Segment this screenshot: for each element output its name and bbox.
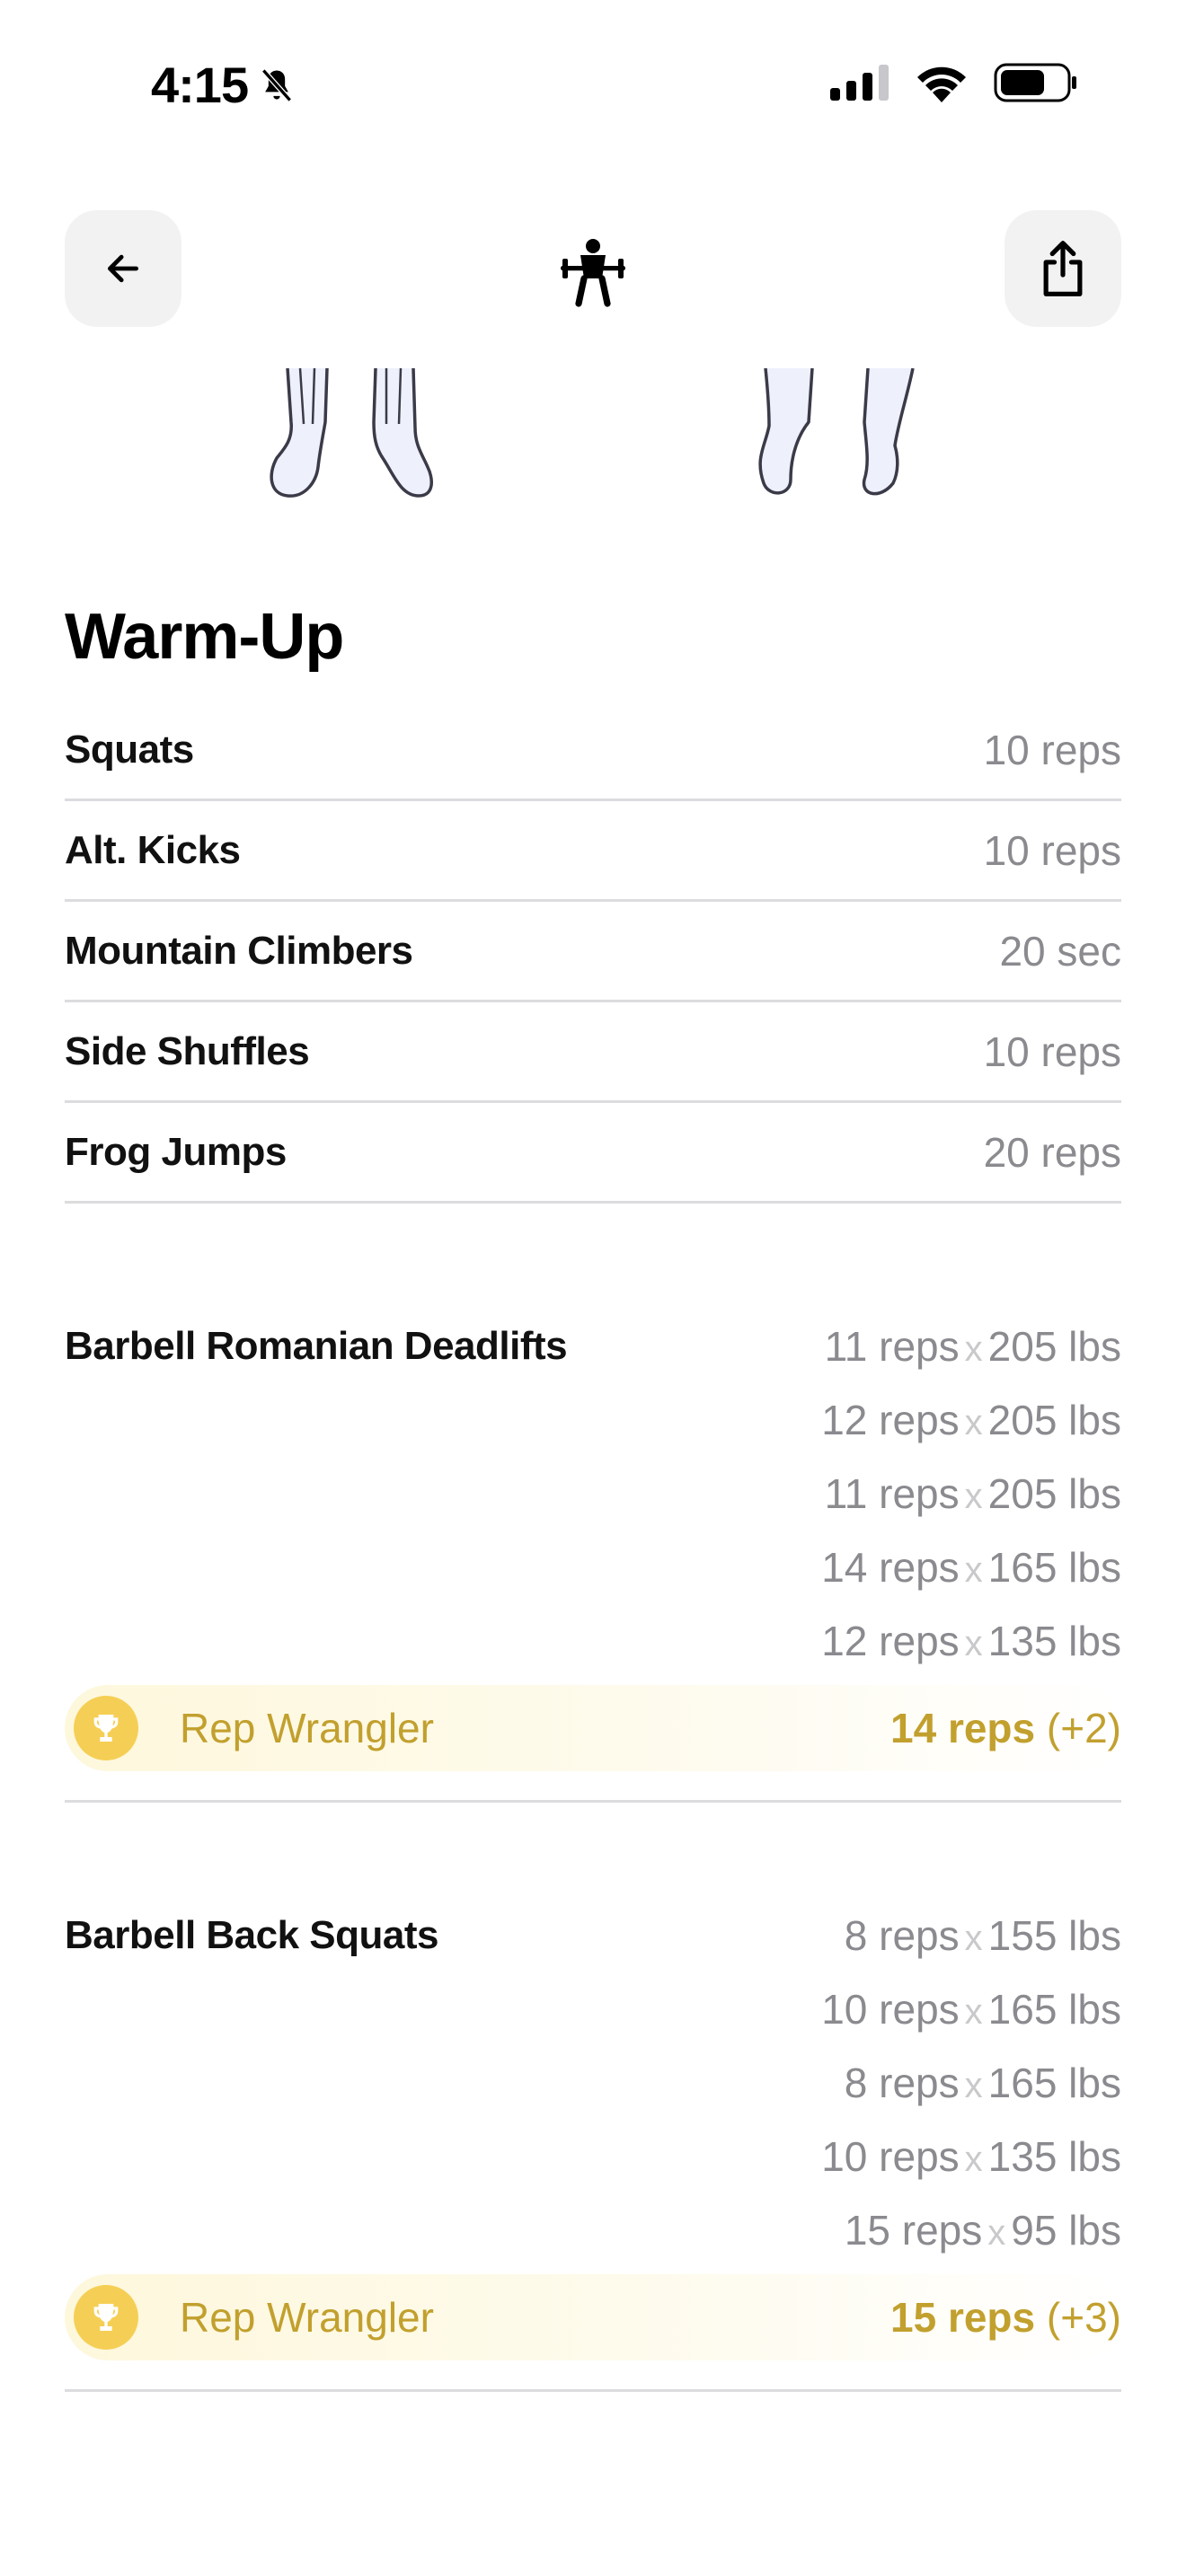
warmup-exercise-name: Squats bbox=[65, 727, 194, 772]
set-row: 8 reps x 165 lbs bbox=[821, 2059, 1121, 2132]
set-separator: x bbox=[964, 1919, 983, 1958]
warmup-exercise-name: Alt. Kicks bbox=[65, 827, 241, 872]
award-banner: Rep Wrangler 14 reps (+2) bbox=[65, 1685, 1121, 1771]
set-reps: 12 reps bbox=[821, 1618, 960, 1664]
exercise-name: Barbell Back Squats bbox=[65, 1913, 439, 1957]
set-weight: 165 lbs bbox=[987, 1986, 1121, 2033]
back-button[interactable] bbox=[65, 210, 181, 327]
award-reps: 15 reps bbox=[890, 2294, 1036, 2341]
set-row: 8 reps x 155 lbs bbox=[821, 1911, 1121, 1985]
set-separator: x bbox=[964, 2139, 983, 2179]
warmup-exercise-name: Side Shuffles bbox=[65, 1028, 310, 1073]
set-separator: x bbox=[964, 1329, 983, 1369]
set-weight: 135 lbs bbox=[987, 1618, 1121, 1664]
trophy-icon bbox=[74, 2285, 138, 2350]
set-reps: 11 reps bbox=[824, 1323, 960, 1370]
set-separator: x bbox=[964, 1403, 983, 1442]
status-time: 4:15 bbox=[151, 56, 296, 114]
set-row: 11 reps x 205 lbs bbox=[821, 1469, 1121, 1543]
wifi-icon bbox=[917, 66, 966, 102]
set-row: 11 reps x 205 lbs bbox=[821, 1322, 1121, 1396]
trophy-icon bbox=[74, 1696, 138, 1760]
arrow-left-icon bbox=[107, 254, 139, 283]
award-delta: (+3) bbox=[1046, 2294, 1121, 2341]
award-banner: Rep Wrangler 15 reps (+3) bbox=[65, 2274, 1121, 2360]
divider bbox=[65, 2389, 1121, 2392]
warmup-exercise-value: 20 reps bbox=[983, 1128, 1121, 1176]
set-weight: 165 lbs bbox=[987, 1544, 1121, 1591]
award-delta: (+2) bbox=[1046, 1705, 1121, 1751]
status-icons bbox=[830, 63, 1078, 102]
warmup-exercise-value: 10 reps bbox=[983, 726, 1121, 773]
set-separator: x bbox=[964, 1477, 983, 1516]
set-weight: 205 lbs bbox=[987, 1397, 1121, 1443]
warmup-title: Warm-Up bbox=[65, 601, 344, 673]
set-weight: 205 lbs bbox=[987, 1323, 1121, 1370]
clock-time: 4:15 bbox=[151, 57, 249, 113]
set-row: 14 reps x 165 lbs bbox=[821, 1543, 1121, 1617]
warmup-exercise-name: Mountain Climbers bbox=[65, 928, 413, 973]
battery-icon bbox=[994, 63, 1076, 102]
set-separator: x bbox=[964, 1992, 983, 2032]
set-weight: 135 lbs bbox=[987, 2133, 1121, 2180]
status-bar: 4:15 bbox=[0, 0, 1186, 171]
bell-slash-icon bbox=[261, 68, 292, 101]
set-separator: x bbox=[964, 1550, 983, 1590]
share-button[interactable] bbox=[1005, 210, 1121, 327]
warmup-row[interactable]: Frog Jumps 20 reps bbox=[65, 1103, 1121, 1204]
cellular-signal-icon bbox=[830, 65, 889, 101]
exercise-block[interactable]: Barbell Romanian Deadlifts 11 reps x 205 l… bbox=[65, 1322, 1121, 1809]
divider bbox=[65, 1800, 1121, 1803]
exercise-name: Barbell Romanian Deadlifts bbox=[65, 1324, 568, 1368]
set-weight: 165 lbs bbox=[987, 2060, 1121, 2106]
set-row: 10 reps x 165 lbs bbox=[821, 1985, 1121, 2059]
warmup-row[interactable]: Alt. Kicks 10 reps bbox=[65, 801, 1121, 902]
set-reps: 15 reps bbox=[844, 2207, 983, 2254]
award-value: 15 reps (+3) bbox=[890, 2293, 1121, 2342]
award-value: 14 reps (+2) bbox=[890, 1704, 1121, 1752]
set-separator: x bbox=[987, 2213, 1006, 2253]
weightlifter-icon bbox=[561, 239, 625, 307]
set-weight: 155 lbs bbox=[987, 1912, 1121, 1959]
set-reps: 11 reps bbox=[824, 1470, 960, 1517]
set-reps: 14 reps bbox=[821, 1544, 960, 1591]
warmup-row[interactable]: Squats 10 reps bbox=[65, 701, 1121, 801]
warmup-list: Squats 10 reps Alt. Kicks 10 reps Mounta… bbox=[65, 701, 1121, 1204]
set-weight: 205 lbs bbox=[987, 1470, 1121, 1517]
warmup-exercise-value: 10 reps bbox=[983, 826, 1121, 874]
set-row: 12 reps x 205 lbs bbox=[821, 1396, 1121, 1469]
set-reps: 8 reps bbox=[844, 2060, 960, 2106]
warmup-row[interactable]: Side Shuffles 10 reps bbox=[65, 1002, 1121, 1103]
set-weight: 95 lbs bbox=[1011, 2207, 1121, 2254]
warmup-exercise-name: Frog Jumps bbox=[65, 1129, 287, 1174]
exercise-block[interactable]: Barbell Back Squats 8 reps x 155 lbs 10 re… bbox=[65, 1911, 1121, 2398]
set-row: 12 reps x 135 lbs bbox=[821, 1617, 1121, 1690]
share-icon bbox=[1043, 241, 1083, 296]
award-reps: 14 reps bbox=[890, 1705, 1036, 1751]
set-reps: 12 reps bbox=[821, 1397, 960, 1443]
set-separator: x bbox=[964, 2066, 983, 2105]
set-list: 11 reps x 205 lbs 12 reps x 205 lbs 11 reps x… bbox=[821, 1322, 1121, 1690]
award-label: Rep Wrangler bbox=[180, 1705, 434, 1751]
set-reps: 8 reps bbox=[844, 1912, 960, 1959]
set-row: 10 reps x 135 lbs bbox=[821, 2132, 1121, 2206]
set-reps: 10 reps bbox=[821, 1986, 960, 2033]
set-reps: 10 reps bbox=[821, 2133, 960, 2180]
warmup-exercise-value: 20 sec bbox=[999, 927, 1121, 975]
set-row: 15 reps x 95 lbs bbox=[821, 2206, 1121, 2280]
warmup-exercise-value: 10 reps bbox=[983, 1028, 1121, 1075]
body-illustration bbox=[270, 368, 915, 498]
set-separator: x bbox=[964, 1624, 983, 1663]
warmup-row[interactable]: Mountain Climbers 20 sec bbox=[65, 902, 1121, 1002]
award-label: Rep Wrangler bbox=[180, 2294, 434, 2341]
set-list: 8 reps x 155 lbs 10 reps x 165 lbs 8 reps x 16… bbox=[821, 1911, 1121, 2280]
